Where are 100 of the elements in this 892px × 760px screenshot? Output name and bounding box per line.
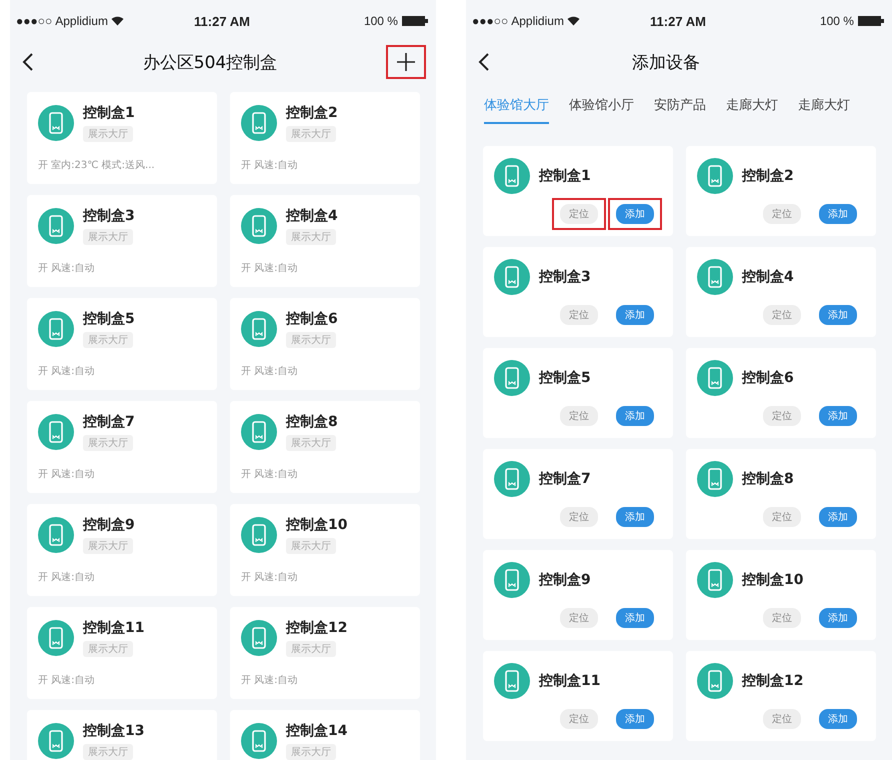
- device-card[interactable]: 控制盒8 展示大厅 开 风速:自动: [230, 401, 420, 493]
- device-icon: [697, 461, 733, 497]
- back-icon[interactable]: [478, 52, 490, 72]
- category-tab[interactable]: 体验馆大厅: [484, 86, 549, 124]
- locate-button[interactable]: 定位: [560, 305, 598, 325]
- battery-percent: 100 %: [820, 14, 854, 28]
- device-name: 控制盒4: [286, 207, 338, 225]
- device-card[interactable]: 控制盒4 展示大厅 开 风速:自动: [230, 195, 420, 287]
- add-button[interactable]: 添加: [616, 608, 654, 628]
- device-name: 控制盒11: [83, 619, 144, 637]
- device-name: 控制盒14: [286, 722, 348, 740]
- device-name: 控制盒2: [742, 167, 794, 185]
- locate-button[interactable]: 定位: [763, 608, 801, 628]
- locate-button[interactable]: 定位: [560, 608, 598, 628]
- device-name: 控制盒1: [83, 104, 135, 122]
- location-tag: 展示大厅: [286, 229, 336, 245]
- device-icon: [38, 723, 74, 759]
- device-name: 控制盒9: [83, 516, 135, 534]
- add-button[interactable]: 添加: [819, 204, 857, 224]
- location-tag: 展示大厅: [83, 126, 133, 142]
- category-tab[interactable]: 体验馆小厅: [569, 86, 634, 124]
- device-card[interactable]: 控制盒12 展示大厅 开 风速:自动: [230, 607, 420, 699]
- locate-button[interactable]: 定位: [560, 507, 598, 527]
- add-button[interactable]: 添加: [819, 709, 857, 729]
- device-card[interactable]: 控制盒1 展示大厅 开 室内:23℃ 模式:送风...: [27, 92, 217, 184]
- device-icon: [697, 562, 733, 598]
- device-card[interactable]: 控制盒7 展示大厅 开 风速:自动: [27, 401, 217, 493]
- device-icon: [38, 517, 74, 553]
- add-button[interactable]: 添加: [616, 305, 654, 325]
- device-icon: [241, 208, 277, 244]
- signal-dots: ●●●○○: [472, 14, 508, 28]
- add-button[interactable]: 添加: [616, 507, 654, 527]
- category-tab[interactable]: 安防产品: [654, 86, 706, 124]
- device-status: 开 风速:自动: [38, 570, 96, 584]
- device-icon: [241, 620, 277, 656]
- device-name: 控制盒8: [742, 470, 794, 488]
- device-name: 控制盒12: [742, 672, 804, 690]
- back-icon[interactable]: [22, 52, 34, 72]
- locate-button[interactable]: 定位: [560, 709, 598, 729]
- device-icon: [38, 311, 74, 347]
- device-status: 开 风速:自动: [38, 674, 96, 687]
- device-card[interactable]: 控制盒10 展示大厅 开 风速:自动: [230, 504, 420, 596]
- wifi-icon: [110, 16, 124, 26]
- device-icon: [241, 517, 277, 553]
- device-icon: [494, 461, 530, 497]
- add-button[interactable]: 添加: [819, 305, 857, 325]
- battery-icon: [858, 16, 884, 26]
- device-icon: [494, 562, 530, 598]
- add-button[interactable]: 添加: [616, 406, 654, 426]
- device-status: 开 风速:自动: [241, 262, 299, 275]
- device-name: 控制盒3: [83, 207, 135, 225]
- device-name: 控制盒12: [286, 619, 348, 637]
- device-card[interactable]: 控制盒2 展示大厅 开 风速:自动: [230, 92, 420, 184]
- battery-icon: [402, 16, 428, 26]
- add-button[interactable]: 添加: [819, 406, 857, 426]
- battery-percent: 100 %: [364, 14, 398, 28]
- device-icon: [38, 414, 74, 450]
- category-tab[interactable]: 走廊大灯: [798, 86, 850, 124]
- add-button[interactable]: 添加: [819, 608, 857, 628]
- location-tag: 展示大厅: [83, 641, 133, 657]
- device-name: 控制盒2: [286, 104, 338, 122]
- device-status: 开 风速:自动: [38, 262, 96, 275]
- device-card[interactable]: 控制盒11 展示大厅 开 风速:自动: [27, 607, 217, 699]
- location-tag: 展示大厅: [286, 435, 336, 451]
- device-icon: [241, 311, 277, 347]
- device-status: 开 室内:23℃ 模式:送风...: [38, 158, 156, 172]
- device-card[interactable]: 控制盒6 展示大厅 开 风速:自动: [230, 298, 420, 390]
- locate-button[interactable]: 定位: [763, 507, 801, 527]
- add-button[interactable]: [386, 45, 426, 79]
- add-button[interactable]: 添加: [616, 709, 654, 729]
- location-tag: 展示大厅: [83, 538, 133, 554]
- device-name: 控制盒7: [539, 470, 591, 488]
- locate-button[interactable]: 定位: [763, 305, 801, 325]
- device-card[interactable]: 控制盒9 展示大厅 开 风速:自动: [27, 504, 217, 596]
- category-tab[interactable]: 走廊大灯: [726, 86, 778, 124]
- device-status: 开 风速:自动: [38, 468, 96, 481]
- locate-button[interactable]: 定位: [763, 204, 801, 224]
- locate-button[interactable]: 定位: [763, 406, 801, 426]
- locate-button[interactable]: 定位: [560, 204, 598, 224]
- add-button[interactable]: 添加: [819, 507, 857, 527]
- device-name: 控制盒8: [286, 413, 338, 431]
- add-button[interactable]: 添加: [616, 204, 654, 224]
- device-card[interactable]: 控制盒5 展示大厅 开 风速:自动: [27, 298, 217, 390]
- device-name: 控制盒1: [539, 167, 591, 185]
- device-status: 开 风速:自动: [241, 570, 299, 584]
- locate-button[interactable]: 定位: [763, 709, 801, 729]
- device-name: 控制盒9: [539, 571, 591, 589]
- device-card[interactable]: 控制盒14 展示大厅: [230, 710, 420, 760]
- device-name: 控制盒5: [539, 369, 591, 387]
- location-tag: 展示大厅: [83, 435, 133, 451]
- device-icon: [697, 158, 733, 194]
- device-status: 开 风速:自动: [38, 364, 96, 378]
- locate-button[interactable]: 定位: [560, 406, 598, 426]
- device-card[interactable]: 控制盒3 展示大厅 开 风速:自动: [27, 195, 217, 287]
- device-icon: [494, 360, 530, 396]
- device-card[interactable]: 控制盒13 展示大厅: [27, 710, 217, 760]
- device-icon: [697, 663, 733, 699]
- screen-title: 添加设备: [632, 52, 700, 74]
- location-tag: 展示大厅: [286, 126, 336, 142]
- location-tag: 展示大厅: [286, 332, 336, 348]
